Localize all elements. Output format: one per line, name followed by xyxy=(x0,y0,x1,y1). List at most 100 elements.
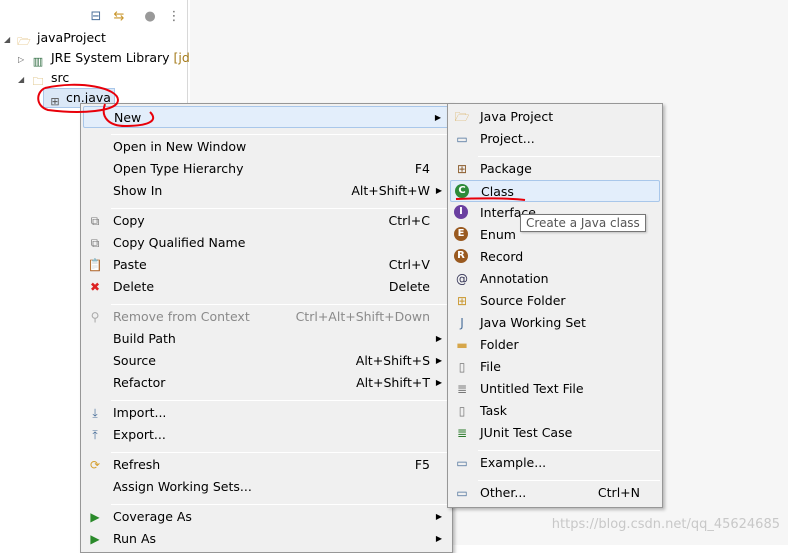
menu-item-export[interactable]: ⤒ Export... xyxy=(83,424,450,446)
menu-item-label: Example... xyxy=(480,455,547,470)
menu-separator xyxy=(111,208,450,209)
submenu-arrow-icon: ▶ xyxy=(434,113,441,122)
tree-item-src[interactable]: ◢ 🗀 src xyxy=(18,68,69,88)
submenu-arrow-icon: ▶ xyxy=(435,512,442,521)
shortcut-label: Ctrl+Alt+Shift+Down xyxy=(295,309,430,324)
link-editor-icon[interactable]: ⇆ xyxy=(111,9,127,25)
menu-item-open-type-hierarchy[interactable]: Open Type Hierarchy F4 xyxy=(83,158,450,180)
menu-item-label: Package xyxy=(480,161,532,176)
menu-item-label: Copy xyxy=(113,213,145,228)
menu-item-package[interactable]: ⊞ Package xyxy=(450,158,660,180)
menu-item-label: Java Project xyxy=(480,109,554,124)
tree-label: src xyxy=(51,70,70,85)
menu-item-copy-qualified-name[interactable]: ⧉ Copy Qualified Name xyxy=(83,232,450,254)
menu-item-label: Source xyxy=(113,353,156,368)
menu-item-paste[interactable]: 📋 Paste Ctrl+V xyxy=(83,254,450,276)
example-icon: ▭ xyxy=(456,456,468,470)
filters-icon[interactable]: ● xyxy=(142,9,158,25)
menu-item-task[interactable]: ▯ Task xyxy=(450,400,660,422)
collapsed-icon[interactable]: ▷ xyxy=(18,50,30,70)
record-icon: R xyxy=(454,249,468,263)
text-file-icon: ≣ xyxy=(456,382,468,396)
paste-icon: 📋 xyxy=(87,258,103,272)
menu-item-label: Paste xyxy=(113,257,147,272)
menu-item-coverage-as[interactable]: ▶ Coverage As ▶ xyxy=(83,506,450,528)
menu-item-show-in[interactable]: Show In Alt+Shift+W ▶ xyxy=(83,180,450,202)
menu-item-open-in-new-window[interactable]: Open in New Window xyxy=(83,136,450,158)
expanded-icon[interactable]: ◢ xyxy=(18,70,30,90)
menu-item-file[interactable]: ▯ File xyxy=(450,356,660,378)
menu-item-other[interactable]: ▭ Other... Ctrl+N xyxy=(450,482,660,504)
menu-item-label: File xyxy=(480,359,501,374)
shortcut-label: Alt+Shift+W xyxy=(351,183,430,198)
submenu-arrow-icon: ▶ xyxy=(435,356,442,365)
menu-item-junit-test-case[interactable]: ≣ JUnit Test Case xyxy=(450,422,660,444)
menu-item-source[interactable]: Source Alt+Shift+S ▶ xyxy=(83,350,450,372)
shortcut-label: Delete xyxy=(388,279,430,294)
menu-item-remove-from-context: ⚲ Remove from Context Ctrl+Alt+Shift+Down xyxy=(83,306,450,328)
menu-item-new[interactable]: New ▶ xyxy=(83,106,450,128)
delete-icon: ✖ xyxy=(89,280,101,294)
menu-item-refactor[interactable]: Refactor Alt+Shift+T ▶ xyxy=(83,372,450,394)
menu-separator xyxy=(478,450,660,451)
refresh-icon: ⟳ xyxy=(89,458,101,472)
menu-item-label: JUnit Test Case xyxy=(480,425,573,440)
menu-separator xyxy=(478,480,660,481)
menu-item-label: Assign Working Sets... xyxy=(113,479,252,494)
watermark: https://blog.csdn.net/qq_45624685 xyxy=(551,517,780,532)
menu-item-label: Import... xyxy=(113,405,167,420)
menu-item-label: Coverage As xyxy=(113,509,192,524)
interface-icon: I xyxy=(454,205,468,219)
enum-icon: E xyxy=(454,227,468,241)
menu-item-label: Record xyxy=(480,249,524,264)
export-icon: ⤒ xyxy=(92,428,98,442)
tree-item-javaproject[interactable]: ◢ 🗁 javaProject xyxy=(4,28,106,48)
menu-item-delete[interactable]: ✖ Delete Delete xyxy=(83,276,450,298)
menu-item-class[interactable]: C Class xyxy=(450,180,660,202)
menu-item-untitled-text-file[interactable]: ≣ Untitled Text File xyxy=(450,378,660,400)
menu-item-folder[interactable]: ▬ Folder xyxy=(450,334,660,356)
folder-icon: ▬ xyxy=(456,338,468,352)
shortcut-label: F4 xyxy=(414,161,430,176)
menu-item-assign-working-sets[interactable]: Assign Working Sets... xyxy=(83,476,450,498)
tree-label: javaProject xyxy=(37,30,106,45)
menu-item-label: Run As xyxy=(113,531,157,546)
menu-separator xyxy=(111,504,450,505)
import-icon: ⤓ xyxy=(92,406,98,420)
menu-item-import[interactable]: ⤓ Import... xyxy=(83,402,450,424)
menu-item-label: Task xyxy=(480,403,507,418)
coverage-icon: ▶ xyxy=(90,510,100,524)
menu-item-java-project[interactable]: 🗁 Java Project xyxy=(450,106,660,128)
menu-item-record[interactable]: R Record xyxy=(450,246,660,268)
other-icon: ▭ xyxy=(456,486,468,500)
menu-item-label: Annotation xyxy=(480,271,549,286)
context-menu: New ▶ Open in New Window Open Type Hierarch… xyxy=(80,103,453,553)
menu-item-project[interactable]: ▭ Project... xyxy=(450,128,660,150)
shortcut-label: F5 xyxy=(414,457,430,472)
menu-item-build-path[interactable]: Build Path ▶ xyxy=(83,328,450,350)
menu-item-java-working-set[interactable]: J Java Working Set xyxy=(450,312,660,334)
menu-item-source-folder[interactable]: ⊞ Source Folder xyxy=(450,290,660,312)
java-project-icon: 🗁 xyxy=(454,110,470,124)
menu-item-label: Show In xyxy=(113,183,163,198)
menu-item-run-as[interactable]: ▶ Run As ▶ xyxy=(83,528,450,550)
menu-item-copy[interactable]: ⧉ Copy Ctrl+C xyxy=(83,210,450,232)
menu-item-refresh[interactable]: ⟳ Refresh F5 xyxy=(83,454,450,476)
annotation-icon: @ xyxy=(456,272,468,286)
expanded-icon[interactable]: ◢ xyxy=(4,30,16,50)
menu-item-annotation[interactable]: @ Annotation xyxy=(450,268,660,290)
submenu-arrow-icon: ▶ xyxy=(435,334,442,343)
tree-item-jre[interactable]: ▷ ▥ JRE System Library [jdk xyxy=(18,48,197,68)
menu-item-label: New xyxy=(114,110,142,125)
menu-separator xyxy=(111,452,450,453)
collapse-all-icon[interactable]: ⊟ xyxy=(88,9,104,25)
submenu-arrow-icon: ▶ xyxy=(435,534,442,543)
shortcut-label: Ctrl+V xyxy=(388,257,430,272)
copy-icon: ⧉ xyxy=(90,214,100,228)
remove-context-icon: ⚲ xyxy=(90,310,100,324)
menu-item-example[interactable]: ▭ Example... xyxy=(450,452,660,474)
view-menu-icon[interactable]: ⋮ xyxy=(166,9,182,25)
menu-item-label: Export... xyxy=(113,427,166,442)
menu-item-label: Source Folder xyxy=(480,293,566,308)
menu-item-label: Open in New Window xyxy=(113,139,247,154)
